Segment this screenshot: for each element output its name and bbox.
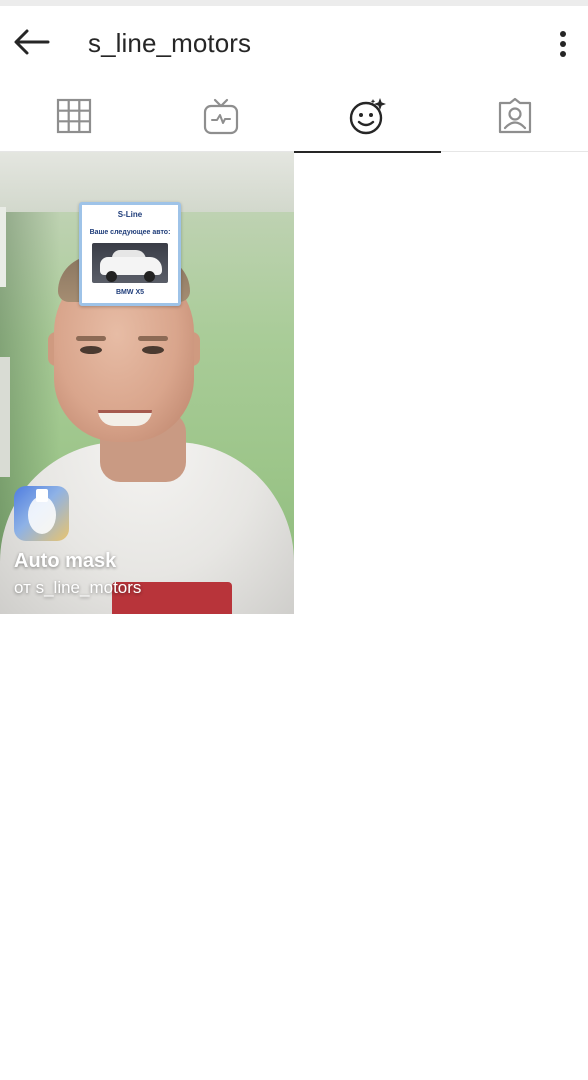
profile-tabs <box>0 80 588 153</box>
person-eye-left <box>80 346 102 354</box>
car-wheel <box>144 271 155 282</box>
tab-igtv[interactable] <box>147 80 294 152</box>
effects-face-icon <box>349 98 386 135</box>
effect-preview-image: S-Line Ваше следующее авто: BMW X5 <box>0 152 294 614</box>
more-options-button[interactable] <box>546 24 580 64</box>
person-smile <box>98 410 152 426</box>
igtv-icon <box>203 98 238 135</box>
mask-car-photo <box>92 243 168 283</box>
tagged-person-icon <box>498 97 531 134</box>
person-eye-right <box>142 346 164 354</box>
door-frame <box>0 207 6 287</box>
more-vertical-icon <box>560 31 566 57</box>
tab-tagged[interactable] <box>441 80 588 152</box>
effect-tile[interactable]: S-Line Ваше следующее авто: BMW X5 Auto … <box>0 152 294 614</box>
mask-car-model: BMW X5 <box>116 289 144 296</box>
grid-icon <box>56 98 91 134</box>
person-brow-left <box>76 336 106 341</box>
page-title: s_line_motors <box>88 28 252 58</box>
person-brow-right <box>138 336 168 341</box>
tab-grid[interactable] <box>0 80 147 152</box>
arrow-left-icon <box>14 29 50 55</box>
effect-thumbnail-icon <box>14 486 69 541</box>
effect-name: Auto mask <box>14 550 117 572</box>
door <box>0 357 10 477</box>
profile-header: s_line_motors <box>0 6 588 80</box>
ar-mask-card: S-Line Ваше следующее авто: BMW X5 <box>79 202 181 306</box>
car-wheel <box>106 271 117 282</box>
sticker-tab-icon <box>36 489 48 502</box>
back-button[interactable] <box>10 22 54 62</box>
mask-logo: S-Line <box>117 210 143 219</box>
effect-author: от s_line_motors <box>14 578 142 597</box>
tab-effects[interactable] <box>294 80 441 153</box>
mask-caption: Ваше следующее авто: <box>89 229 171 236</box>
